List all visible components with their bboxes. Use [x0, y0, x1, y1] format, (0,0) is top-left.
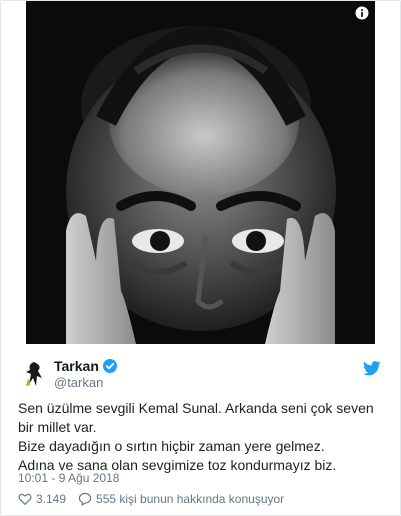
like-count: 3.149 [36, 492, 67, 506]
portrait-image [26, 1, 375, 344]
conversation-action[interactable]: 555 kişi bunun hakkında konuşuyor [78, 492, 284, 506]
tweet-actions: 3.149 555 kişi bunun hakkında konuşuyor [18, 492, 296, 506]
avatar[interactable] [18, 358, 50, 390]
author-handle[interactable]: @tarkan [54, 375, 103, 390]
embedded-tweet-card: Tarkan @tarkan Sen üzülme sevgili Kemal … [0, 0, 401, 516]
tweet-text-line: Bize dayadığın o sırtın hiçbir zaman yer… [18, 438, 325, 454]
tweet-header: Tarkan @tarkan [18, 357, 383, 391]
heart-icon [18, 493, 32, 505]
tweet-timestamp[interactable]: 10:01 - 9 Ağu 2018 [18, 471, 119, 485]
info-icon[interactable] [355, 6, 369, 20]
twitter-bird-icon[interactable] [363, 361, 381, 376]
verified-badge-icon [102, 359, 117, 373]
author-name-row: Tarkan [54, 358, 117, 374]
conversation-text: 555 kişi bunun hakkında konuşuyor [96, 492, 285, 506]
avatar-silhouette-icon [18, 358, 50, 390]
author-name[interactable]: Tarkan [54, 358, 99, 374]
tweet-text: Sen üzülme sevgili Kemal Sunal. Arkanda … [18, 399, 378, 475]
speech-bubble-icon [78, 492, 92, 506]
like-action[interactable]: 3.149 [18, 492, 66, 506]
tweet-text-line: Sen üzülme sevgili Kemal Sunal. Arkanda … [18, 400, 374, 435]
tweet-photo[interactable] [26, 1, 375, 344]
